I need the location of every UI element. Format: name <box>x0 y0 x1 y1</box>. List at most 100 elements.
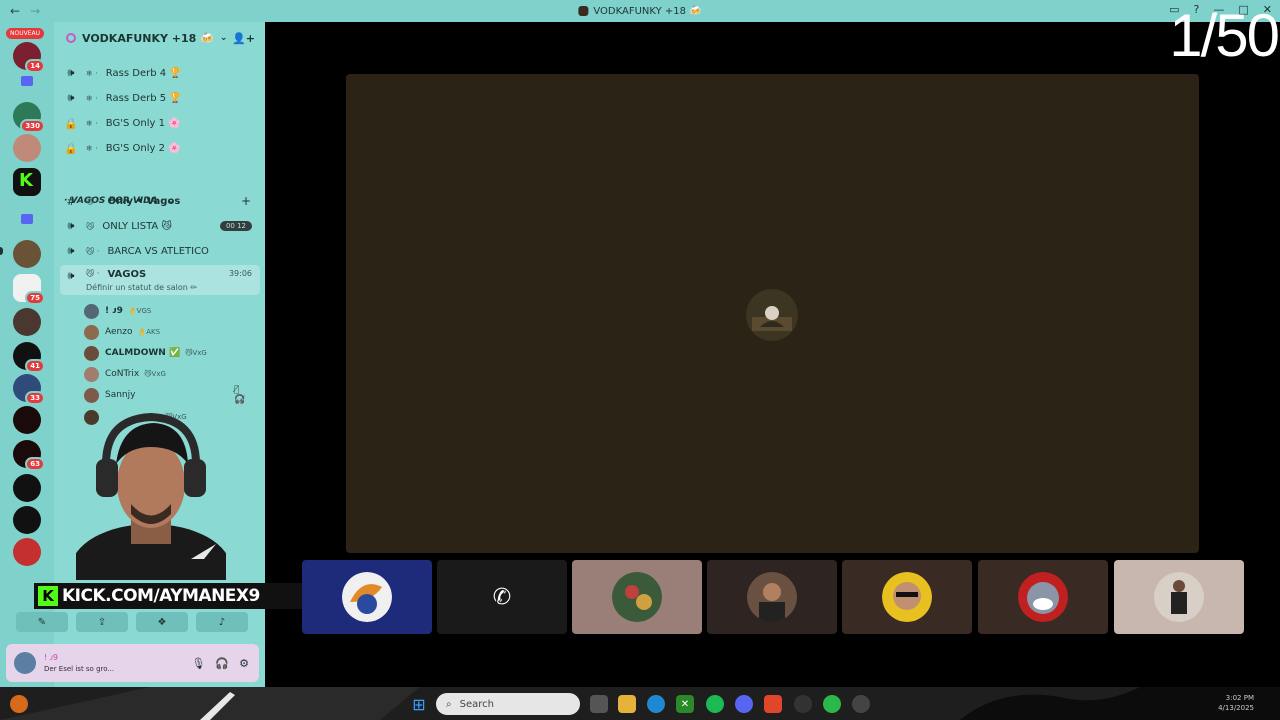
channel-label: BG'S Only 2 🌸 <box>105 142 181 154</box>
brave-icon[interactable] <box>764 695 782 713</box>
channel-item[interactable]: 🔒 ❄ · BG'S Only 1 🌸 <box>60 112 260 134</box>
avatar <box>882 572 932 622</box>
mention-badge: 75 <box>25 291 45 305</box>
discord-icon[interactable] <box>735 695 753 713</box>
participant-tile[interactable] <box>978 560 1108 634</box>
voice-user[interactable]: Aenzo 👌AKS <box>84 322 160 342</box>
avatar <box>84 387 99 403</box>
user-name: ! ᴊ9 <box>105 306 123 316</box>
user-name: CoNTrix <box>105 369 140 379</box>
participant-tile[interactable] <box>707 560 837 634</box>
file-explorer-icon[interactable] <box>618 695 636 713</box>
channel-item[interactable]: 🕪 ❄ · Rass Derb 4 🏆 <box>60 62 260 84</box>
kick-server-icon[interactable]: K <box>13 168 41 196</box>
server-icon[interactable] <box>13 308 41 336</box>
channel-timer: 39:06 <box>228 269 252 278</box>
server-icon[interactable]: 14 <box>13 42 45 73</box>
activities-button[interactable]: ❖ <box>136 612 188 632</box>
speaker-icon: 🕪 <box>67 91 75 104</box>
user-status: Der Esel ist so gro... <box>44 665 115 673</box>
taskbar-wallpaper <box>0 687 1280 720</box>
channel-item[interactable]: 🕪 😼 ONLY LISTA 😼 00 12 <box>60 215 260 237</box>
server-icon[interactable]: 330 <box>13 102 45 133</box>
taskbar-search[interactable]: ⌕ Search <box>436 693 580 715</box>
microphone-icon[interactable]: 🎙 <box>191 657 205 670</box>
participant-tile[interactable] <box>302 560 432 634</box>
participant-tile[interactable] <box>572 560 702 634</box>
xbox-icon[interactable]: ✕ <box>676 695 694 713</box>
screen-share-button[interactable]: ⇪ <box>76 612 128 632</box>
mention-badge: 33 <box>25 391 45 405</box>
voice-user[interactable]: CALMDOWN ✅ 😼VxG <box>84 343 207 363</box>
avatar <box>84 324 99 340</box>
avatar <box>84 366 99 382</box>
folder-icon[interactable] <box>21 76 33 86</box>
user-tag: 😼VxG <box>185 349 207 357</box>
channel-item[interactable]: # 😼 · Only • Vagos <box>60 190 260 212</box>
lock-icon: 🔒 <box>64 116 78 130</box>
streamer-webcam-image <box>76 412 226 580</box>
channel-label: BARCA VS ATLETICO <box>107 245 209 257</box>
search-placeholder: Search <box>459 698 494 710</box>
server-icon[interactable]: 75 <box>13 274 45 305</box>
discord-window: ← → VODKAFUNKY +18 🍻 ▭ ? — □ ✕ 1/50 NOUV… <box>0 0 1280 720</box>
invite-icon[interactable]: 👤+ <box>232 32 255 45</box>
channel-label: Rass Derb 4 🏆 <box>105 67 182 79</box>
steam-icon[interactable] <box>794 695 812 713</box>
mention-badge: 41 <box>25 359 45 373</box>
server-icon[interactable] <box>13 240 41 268</box>
edge-icon[interactable] <box>647 695 665 713</box>
camera-off-button[interactable]: ✎ <box>16 612 68 632</box>
voice-user[interactable]: ! ᴊ9 👌VGS <box>84 301 151 321</box>
channel-item-active[interactable]: 🕪 😼 · VAGOS 39:06 Définir un statut de s… <box>60 265 260 295</box>
user-name: Sannjy <box>105 390 136 400</box>
back-arrow-icon[interactable]: ← <box>10 4 20 18</box>
server-icon[interactable] <box>13 134 41 162</box>
channel-item[interactable]: 🕪 ❄ · Rass Derb 5 🏆 <box>60 87 260 109</box>
obs-icon[interactable] <box>852 695 870 713</box>
user-controls: 🎙 🎧 ⚙ <box>191 657 249 670</box>
avatar <box>84 303 99 319</box>
voice-stage[interactable] <box>346 74 1199 553</box>
user-limit-pill: 00 12 <box>219 221 252 231</box>
channel-item[interactable]: 🕪 😼 · BARCA VS ATLETICO <box>60 240 260 262</box>
server-icon[interactable]: 41 <box>13 342 45 373</box>
settings-gear-icon[interactable]: ⚙ <box>239 657 249 670</box>
title-bar: ← → VODKAFUNKY +18 🍻 ▭ ? — □ ✕ <box>0 0 1280 22</box>
kick-url: KICK.COM/AYMANEX9 <box>62 586 260 606</box>
server-header[interactable]: VODKAFUNKY +18 🍻 ⌄ 👤+ <box>54 22 265 54</box>
muted-deafened-icon: 🎙̸ 🎧̸ <box>234 385 246 405</box>
avatar <box>612 572 662 622</box>
system-clock[interactable]: 3:02 PM 4/13/2025 <box>1218 693 1254 713</box>
voice-user[interactable]: CoNTrix 😼VxG <box>84 364 166 384</box>
server-icon[interactable]: 33 <box>13 374 45 405</box>
forward-arrow-icon[interactable]: → <box>30 4 40 18</box>
headphones-icon[interactable]: 🎧 <box>215 657 229 670</box>
folder-icon[interactable] <box>21 214 33 224</box>
windows-start-icon[interactable]: ⊞ <box>410 695 428 714</box>
voice-user[interactable]: Sannjy 🎙̸ 🎧̸ <box>84 385 245 405</box>
hash-icon: # <box>66 194 76 208</box>
speaker-icon: 🕪 <box>67 66 75 79</box>
participant-tile[interactable] <box>842 560 972 634</box>
voice-controls: ✎ ⇪ ❖ ♪ <box>6 608 259 636</box>
participant-tile[interactable]: ✆ <box>437 560 567 634</box>
speaker-avatar[interactable] <box>746 289 798 341</box>
participant-tile[interactable] <box>1114 560 1244 634</box>
avatar[interactable] <box>14 652 36 674</box>
avatar <box>1018 572 1068 622</box>
app-icon[interactable] <box>823 695 841 713</box>
channel-status[interactable]: Définir un statut de salon ✏ <box>86 283 197 292</box>
stream-counter: 1/50 <box>1169 2 1280 69</box>
nav-buttons: ← → <box>0 4 40 18</box>
task-view-icon[interactable] <box>590 695 608 713</box>
notification-app-icon[interactable] <box>10 695 28 713</box>
boost-icon <box>66 33 76 43</box>
lock-icon: 🔒 <box>64 141 78 155</box>
spotify-icon[interactable] <box>706 695 724 713</box>
channel-item[interactable]: 🔒 ❄ · BG'S Only 2 🌸 <box>60 137 260 159</box>
soundboard-button[interactable]: ♪ <box>196 612 248 632</box>
user-name: ! ᴊ9 <box>44 652 58 662</box>
chevron-down-icon: ⌄ <box>219 33 228 43</box>
mention-badge: 330 <box>20 119 45 133</box>
